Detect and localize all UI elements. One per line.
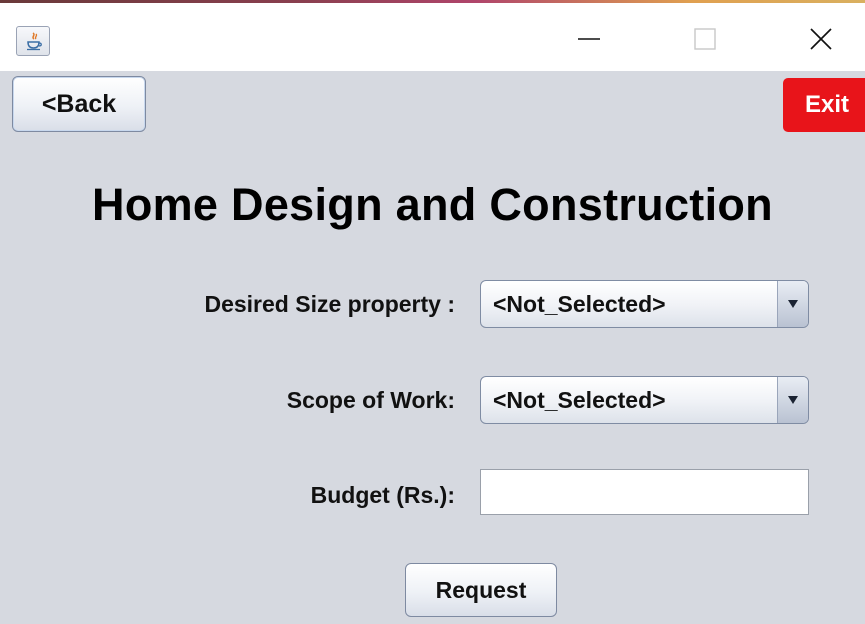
page-title: Home Design and Construction bbox=[92, 179, 773, 230]
exit-button[interactable]: Exit bbox=[783, 78, 865, 132]
budget-input[interactable] bbox=[480, 469, 809, 515]
scope-of-work-selected-value: <Not_Selected> bbox=[493, 386, 666, 413]
dropdown-arrow-icon[interactable] bbox=[777, 281, 808, 327]
scope-of-work-dropdown[interactable]: <Not_Selected> bbox=[480, 376, 809, 424]
desired-size-label: Desired Size property : bbox=[204, 291, 455, 317]
maximize-button[interactable] bbox=[682, 21, 728, 61]
back-button[interactable]: <Back bbox=[12, 76, 146, 132]
request-button[interactable]: Request bbox=[405, 563, 557, 617]
maximize-icon bbox=[693, 27, 717, 56]
scope-of-work-label: Scope of Work: bbox=[286, 387, 455, 413]
close-button[interactable] bbox=[798, 21, 844, 61]
title-bar[interactable] bbox=[0, 3, 865, 71]
desired-size-selected-value: <Not_Selected> bbox=[493, 290, 666, 317]
minimize-icon bbox=[577, 27, 601, 56]
dropdown-arrow-icon[interactable] bbox=[777, 377, 808, 423]
budget-label: Budget (Rs.): bbox=[310, 482, 455, 508]
main-panel: <Back Exit Home Design and Construction … bbox=[0, 71, 865, 624]
app-window: <Back Exit Home Design and Construction … bbox=[0, 0, 865, 624]
desired-size-dropdown[interactable]: <Not_Selected> bbox=[480, 280, 809, 328]
java-icon[interactable] bbox=[16, 26, 50, 56]
close-icon bbox=[809, 27, 833, 56]
minimize-button[interactable] bbox=[566, 21, 612, 61]
